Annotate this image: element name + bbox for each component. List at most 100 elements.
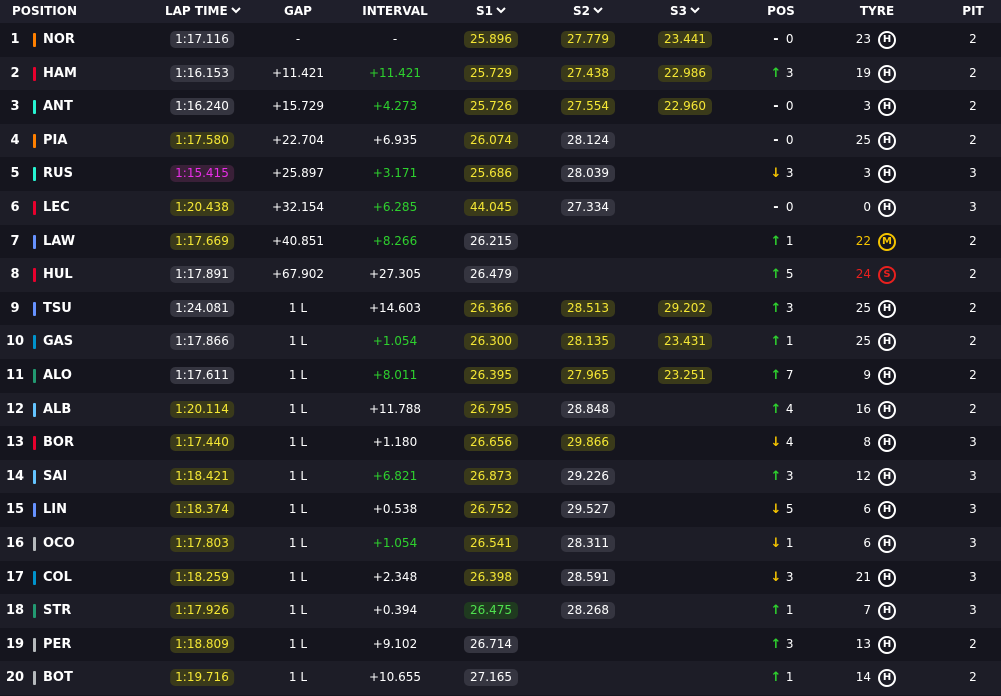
header-s2[interactable]: S2 — [573, 0, 603, 23]
position-number: 13 — [5, 435, 25, 451]
tyre-laps: 23 — [855, 32, 871, 46]
lap-time: 1:17.891 — [170, 266, 234, 284]
interval-value: +11.788 — [368, 401, 422, 416]
table-row[interactable]: 8 HUL 1:17.891 +67.902 +27.305 26.479 ↑ 5 24 S 2 — [0, 258, 1001, 292]
arrow-down-icon: ↓ — [770, 569, 782, 585]
table-row[interactable]: 14 SAI 1:18.421 1 L +6.821 26.873 29.226 ↑ 3 12 H… — [0, 459, 1001, 494]
s2-cell: 27.554 — [561, 90, 615, 124]
lap-time-cell: 1:16.153 — [170, 57, 234, 91]
s3-time: 22.960 — [658, 98, 712, 116]
driver-code: SAI — [43, 468, 68, 484]
arrow-up-icon: ↑ — [770, 267, 782, 283]
header-s3[interactable]: S3 — [670, 0, 700, 23]
gap-value: +11.421 — [271, 65, 325, 80]
position-number: 14 — [5, 468, 25, 484]
pit-count: 2 — [969, 300, 977, 315]
pit-count: 3 — [969, 435, 977, 450]
table-row[interactable]: 18 STR 1:17.926 1 L +0.394 26.475 28.268 ↑ 1 7H 3 — [0, 594, 1001, 628]
header-position[interactable]: POSITION — [12, 0, 77, 23]
gap-value: +40.851 — [271, 233, 325, 248]
position-change-value: 3 — [785, 636, 794, 651]
position-change-value: 0 — [785, 32, 794, 46]
s1-cell: 25.896 — [464, 23, 518, 57]
tyre-hard-icon: H — [878, 299, 896, 318]
s2-cell: 28.268 — [561, 594, 615, 628]
pit-count: 3 — [969, 200, 977, 214]
s3-cell: 23.441 — [658, 23, 712, 57]
team-color-bar — [33, 335, 36, 350]
driver-code: STR — [43, 603, 72, 619]
pit-count: 2 — [969, 32, 977, 46]
header-tyre[interactable]: TYRE — [860, 0, 894, 23]
chevron-down-icon — [230, 7, 241, 14]
table-header: POSITION LAP TIME GAP INTERVAL S1 S2 S3 … — [0, 0, 1001, 23]
table-row[interactable]: 9 TSU 1:24.081 1 L +14.603 26.366 28.513 29.202… — [0, 291, 1001, 326]
header-pit[interactable]: PIT — [962, 0, 983, 23]
header-pos[interactable]: POS — [767, 0, 795, 23]
position-change: - 0 — [770, 191, 810, 225]
table-row[interactable]: 11 ALO 1:17.611 1 L +8.011 26.395 27.965 23.251… — [0, 359, 1001, 393]
lap-time: 1:19.716 — [170, 669, 234, 687]
lap-time-cell: 1:17.611 — [170, 359, 234, 393]
table-row[interactable]: 4 PIA 1:17.580 +22.704 +6.935 26.074 28.124 - 0… — [0, 123, 1001, 158]
pit-count: 3 — [969, 603, 977, 618]
pit-count: 3 — [969, 569, 977, 584]
table-row[interactable]: 17 COL 1:18.259 1 L +2.348 26.398 28.591 ↓ 3 21 H… — [0, 560, 1001, 595]
lap-time-cell: 1:15.415 — [170, 157, 234, 191]
tyre-laps: 12 — [855, 468, 871, 483]
arrow-up-icon: ↑ — [770, 468, 782, 484]
table-row[interactable]: 20 BOT 1:19.716 1 L +10.655 27.165 ↑ 1 14 H 2 — [0, 661, 1001, 695]
table-row[interactable]: 7 LAW 1:17.669 +40.851 +8.266 26.215 ↑ 1 22 M 2 — [0, 224, 1001, 259]
header-gap[interactable]: GAP — [284, 0, 312, 23]
s1-cell: 26.398 — [464, 561, 518, 595]
table-row[interactable]: 6 LEC 1:20.438 +32.154 +6.285 44.045 27.334 - 0… — [0, 191, 1001, 225]
position-change-value: 4 — [785, 401, 794, 416]
header-s1[interactable]: S1 — [476, 0, 506, 23]
table-row[interactable]: 13 BOR 1:17.440 1 L +1.180 26.656 29.866 ↓ 4 8H 3 — [0, 426, 1001, 460]
s1-cell: 26.714 — [464, 628, 518, 662]
tyre-hard-icon: H — [878, 98, 896, 117]
lap-time-cell: 1:17.580 — [170, 124, 234, 158]
s1-time: 26.873 — [464, 467, 518, 485]
position-change: ↑ 3 — [770, 292, 810, 326]
table-row[interactable]: 16 OCO 1:17.803 1 L +1.054 26.541 28.311 ↓ 16H3 — [0, 527, 1001, 561]
s1-time: 25.686 — [464, 165, 518, 183]
tyre-hard-icon: H — [878, 535, 896, 553]
table-row[interactable]: 15 LIN 1:18.374 1 L +0.538 26.752 29.527 ↓ 5 6H 3 — [0, 493, 1001, 527]
s2-time: 28.124 — [561, 131, 615, 149]
table-row[interactable]: 1 NOR 1:17.116 - - 25.896 27.779 23.441 - 0 23 H 2 — [0, 23, 1001, 57]
s1-time: 26.395 — [464, 367, 518, 384]
lap-time-cell: 1:16.240 — [170, 90, 234, 124]
s3-time: 23.441 — [658, 31, 712, 48]
table-row[interactable]: 19 PER 1:18.809 1 L +9.102 26.714 ↑ 3 13 H 2 — [0, 627, 1001, 662]
tyre-laps: 3 — [863, 99, 871, 114]
driver-code: ALB — [43, 401, 72, 417]
pit-count: 3 — [969, 536, 977, 550]
s1-time: 25.896 — [464, 31, 518, 48]
position-change: ↓ 1 — [770, 527, 810, 561]
s3-cell: 23.431 — [658, 325, 712, 359]
s2-time: 28.311 — [561, 535, 615, 552]
position-change-value: 5 — [785, 502, 794, 517]
position-change-value: 7 — [785, 368, 794, 382]
header-lap-time[interactable]: LAP TIME — [165, 0, 241, 23]
lap-time: 1:15.415 — [170, 165, 234, 183]
s2-time: 28.513 — [561, 299, 615, 317]
tyre-hard-icon: H — [878, 165, 896, 184]
position-change: - 0 — [770, 124, 810, 158]
s1-cell: 25.686 — [464, 157, 518, 191]
header-interval[interactable]: INTERVAL — [362, 0, 428, 23]
lap-time-cell: 1:17.669 — [170, 225, 234, 259]
tyre-laps: 3 — [863, 166, 871, 181]
s1-time: 44.045 — [464, 199, 518, 216]
s3-cell: 29.202 — [658, 292, 712, 326]
table-row[interactable]: 5 RUS 1:15.415 +25.897 +3.171 25.686 28.039 ↓ 3… — [0, 157, 1001, 191]
table-row[interactable]: 3 ANT 1:16.240 +15.729 +4.273 25.726 27.554 22.… — [0, 90, 1001, 124]
position-number: 16 — [5, 536, 25, 551]
team-color-bar — [33, 369, 36, 383]
lap-time: 1:18.421 — [170, 467, 234, 485]
table-row[interactable]: 10 GAS 1:17.866 1 L +1.054 26.300 28.135 23.431… — [0, 325, 1001, 359]
table-row[interactable]: 2 HAM 1:16.153 +11.421 +11.421 25.729 27.438 22… — [0, 56, 1001, 91]
table-row[interactable]: 12 ALB 1:20.114 1 L +11.788 26.795 28.848 ↑ 4 16… — [0, 392, 1001, 427]
driver-code: TSU — [43, 300, 72, 316]
